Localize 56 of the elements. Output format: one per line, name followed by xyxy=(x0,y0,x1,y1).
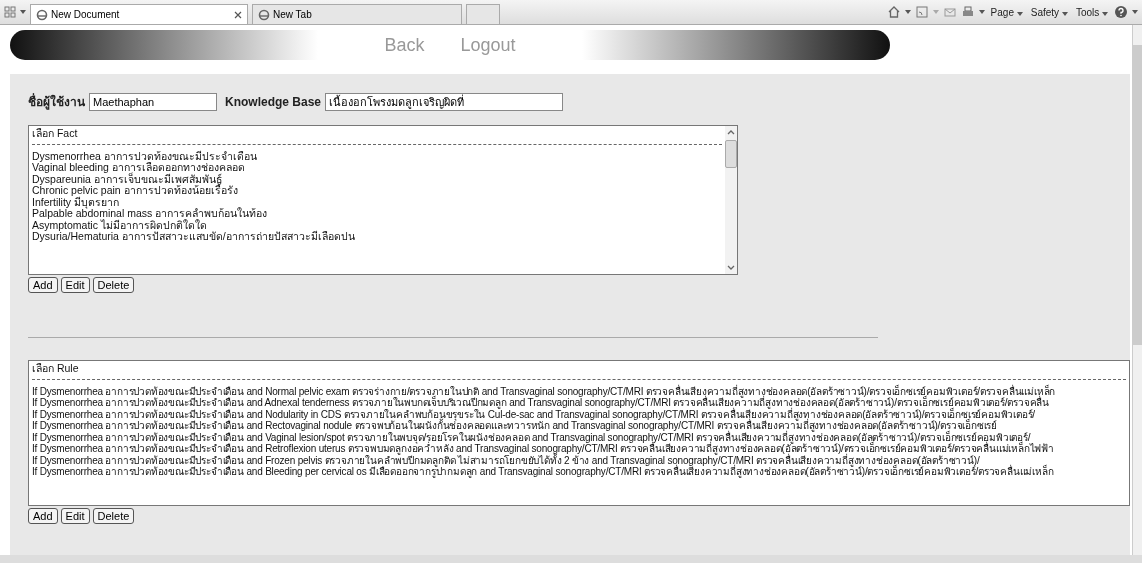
fact-listbox[interactable] xyxy=(28,125,738,275)
rule-option[interactable]: If Dysmenorrhea อาการปวดท้องขณะมีประจำเดือน and Rectovaginal nodule ตรวจพบก้อนในผนังกั้นช่องคลอดและทวารหนัก and Transvaginal sonography/CT/MRI ตรวจคลื่นเสียงความถี่สูงทางช่องคลอด(อัลตร้าซาวน์)/ตรวจเอ็กซเรย์ xyxy=(32,420,1126,432)
rule-option[interactable]: If Dysmenorrhea อาการปวดท้องขณะมีประจำเดือน and Frozen pelvis ตรวจภายในคลำพบปีกมดลูกติด ไม่สามารถโยกขยับได้ทั้ง 2 ข้าง and Transvaginal sonography/CT/MRI ตรวจคลื่นเสียงความถี่สูงทางช่องคลอด(อัลตร้าซาวน์)/ xyxy=(32,454,1126,466)
scroll-down-icon[interactable] xyxy=(727,265,735,271)
action-button[interactable]: Add xyxy=(28,508,58,524)
toolbar-menu[interactable]: Page xyxy=(990,6,1023,18)
list-header: เลือก Fact xyxy=(32,128,79,140)
action-button[interactable]: Edit xyxy=(60,508,90,524)
caret-icon xyxy=(1102,11,1108,16)
rule-option[interactable]: If Dysmenorrhea อาการปวดท้องขณะมีประจำเดือน and Normal pelvic exam ตรวจร่างกาย/ตรวจภายในปกติ and Transvaginal sonography/CT/MRI ตรวจคลื่นเสียงความถี่สูงทางช่องคลอด(อัลตร้าซาวน์)/ตรวจเอ็กซเรย์คอมพิวเตอร์/ตรวจคลื่นแม่เหล็ก xyxy=(32,385,1126,397)
browser-tab[interactable]: New Tab xyxy=(252,4,462,24)
knowledge-base-field[interactable]: เนื้องอกโพรงมดลูกเจริญผิดที่ xyxy=(325,92,564,111)
toolbar-menu[interactable]: Safety xyxy=(1030,6,1068,18)
home-icon[interactable] xyxy=(886,5,901,19)
tab-title: New Tab xyxy=(273,9,313,20)
list-header: เลือก Rule xyxy=(32,363,80,375)
caret-icon xyxy=(1016,11,1023,16)
scroll-thumb[interactable] xyxy=(725,140,737,168)
fact-option[interactable]: Chronic pelvic pain อาการปวดท้องน้อยเรื้อรัง xyxy=(32,185,722,197)
fact-option[interactable]: Dysuria/Hematuria อาการปัสสาวะแสบขัด/อาการถ่ายปัสสาวะมีเลือดปน xyxy=(32,231,722,243)
toolbar-menu[interactable]: Tools xyxy=(1075,6,1108,18)
horizontal-scrollbar[interactable] xyxy=(0,555,1142,563)
print-icon[interactable] xyxy=(960,5,975,19)
help-icon[interactable] xyxy=(1114,5,1128,19)
scroll-up-icon[interactable] xyxy=(727,129,735,135)
action-button[interactable]: Add xyxy=(28,277,58,293)
caret-icon xyxy=(1061,11,1068,16)
rule-option[interactable]: If Dysmenorrhea อาการปวดท้องขณะมีประจำเดือน and Retroflexion uterus ตรวจพบมดลูกงอคว่ำหลัง and Transvaginal sonography/CT/MRI ตรวจคลื่นเสียงความถี่สูงทางช่องคลอด(อัลตร้าซาวน์)/ตรวจเอ็กซเรย์คอมพิวเตอร์/ตรวจคลื่นแม่เหล็กไฟฟ้า xyxy=(32,443,1126,455)
action-button[interactable]: Edit xyxy=(60,277,90,293)
fact-option[interactable]: Asymptomatic ไม่มีอาการผิดปกติใดใด xyxy=(32,219,722,231)
rule-option[interactable]: If Dysmenorrhea อาการปวดท้องขณะมีประจำเดือน and Adnexal tenderness ตรวจภายในพบกดเจ็บบริเวณปีกมดลูก and Transvaginal sonography/CT/MRI ตรวจคลื่นเสียงความถี่สูงทางช่องคลอด(อัลตร้าซาวน์)/ตรวจเอ็กซเรย์คอมพิวเตอร์/ตรวจคลื่น xyxy=(32,397,1126,409)
dropdown-icon[interactable] xyxy=(1132,10,1138,14)
dropdown-icon[interactable] xyxy=(20,10,26,14)
page-icon xyxy=(258,8,270,21)
rule-option[interactable]: If Dysmenorrhea อาการปวดท้องขณะมีประจำเดือน and Nodularity in CDS ตรวจภายในคลำพบก้อนขรุขระใน Cul-de-sac and Transvaginal sonography/CT/MRI ตรวจคลื่นเสียงความถี่สูงทางช่องคลอด(อัลตร้าซาวน์)/ตรวจเอ็กซเรย์คอมพิวเตอร์/ xyxy=(32,408,1126,420)
fact-option[interactable]: Palpable abdominal mass อาการคลำพบก้อนในท้อง xyxy=(32,208,722,220)
fact-option[interactable]: Infertility มีบุตรยาก xyxy=(32,196,722,208)
rule-option[interactable]: If Dysmenorrhea อาการปวดท้องขณะมีประจำเดือน and Vaginal lesion/spot ตรวจภายในพบจุด/รอยโรคในผนังช่องคลอด and Transvaginal sonography/CT/MRI ตรวจคลื่นเสียงความถี่สูงทางช่องคลอด(อัลตร้าซาวน์)/ตรวจเอ็กซเรย์คอมพิวเตอร์/ xyxy=(32,431,1126,443)
quick-tabs-icon[interactable] xyxy=(4,6,16,18)
rule-option[interactable]: If Dysmenorrhea อาการปวดท้องขณะมีประจำเดือน and Bleeding per cervical os มีเลือดออกจากรูปากมดลูก and Transvaginal sonography/CT/MRI ตรวจคลื่นเสียงความถี่สูงทางช่องคลอด(อัลตร้าซาวน์)/ตรวจเอ็กซเรย์คอมพิวเตอร์/ตรวจคลื่นแม่เหล็ก xyxy=(32,466,1126,478)
tab-title: New Document xyxy=(51,9,121,20)
close-icon[interactable] xyxy=(234,10,242,19)
username-label: ชื่อผู้ใช้งาน xyxy=(28,92,85,111)
dropdown-icon[interactable] xyxy=(978,10,985,14)
rule-listbox[interactable] xyxy=(28,360,1130,506)
action-button[interactable]: Delete xyxy=(92,277,135,293)
scrollbar[interactable] xyxy=(725,126,737,274)
username-field[interactable]: Maethaphan xyxy=(89,92,217,111)
fact-option[interactable]: Dysmenorrhea อาการปวดท้องขณะมีประจำเดือน xyxy=(32,150,722,162)
page-icon xyxy=(36,8,48,21)
scroll-thumb[interactable] xyxy=(1133,45,1142,345)
dropdown-icon[interactable] xyxy=(904,10,911,14)
action-button[interactable]: Delete xyxy=(92,508,135,524)
browser-tab[interactable]: New Document xyxy=(30,4,248,24)
knowledge-base-label: Knowledge Base xyxy=(225,94,322,109)
page-scrollbar[interactable] xyxy=(1132,25,1142,555)
